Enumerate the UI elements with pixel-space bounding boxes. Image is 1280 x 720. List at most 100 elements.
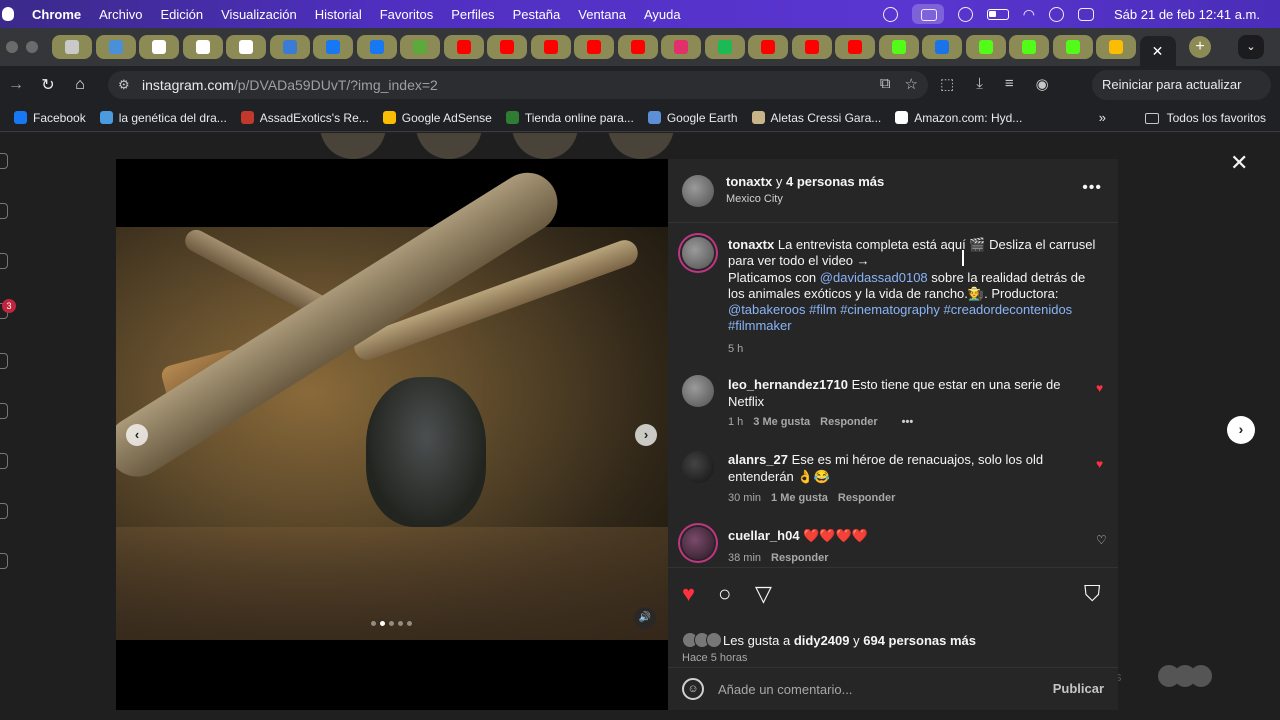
browser-tab[interactable] bbox=[965, 35, 1006, 59]
browser-tab[interactable] bbox=[95, 35, 136, 59]
downloads-icon[interactable]: ⤓ bbox=[976, 75, 983, 93]
browser-tab[interactable] bbox=[487, 35, 527, 59]
bookmarks-overflow-icon[interactable]: » bbox=[1099, 110, 1106, 125]
browser-tab[interactable] bbox=[139, 35, 179, 59]
comment-like-heart-icon[interactable]: ♥ bbox=[1096, 457, 1103, 471]
browser-tab[interactable] bbox=[313, 35, 353, 59]
creative-cloud-icon[interactable] bbox=[882, 6, 898, 22]
bookmark-item[interactable]: Google AdSense bbox=[382, 111, 492, 125]
reload-icon[interactable]: ↻ bbox=[32, 75, 64, 95]
battery-icon[interactable] bbox=[986, 8, 1009, 20]
caption-username[interactable]: tonaxtx bbox=[728, 237, 774, 252]
notifications-nav-icon[interactable] bbox=[0, 453, 8, 469]
window-close-button[interactable] bbox=[6, 41, 18, 53]
likes-count-link[interactable]: 694 personas más bbox=[863, 633, 976, 648]
menu-pestana[interactable]: Pestaña bbox=[513, 7, 561, 22]
browser-tab[interactable] bbox=[52, 35, 92, 59]
reels-nav-icon[interactable] bbox=[0, 253, 8, 269]
like-heart-icon[interactable]: ♥ bbox=[682, 581, 695, 607]
tab-search-button[interactable]: ⌄ bbox=[1238, 35, 1264, 59]
site-info-icon[interactable]: ⚙ bbox=[118, 77, 134, 93]
author-avatar[interactable] bbox=[682, 175, 714, 207]
browser-tab[interactable] bbox=[922, 35, 962, 59]
comment-avatar[interactable] bbox=[682, 375, 714, 407]
create-nav-icon[interactable] bbox=[0, 503, 8, 519]
all-bookmarks-button[interactable]: Todos los favoritos bbox=[1144, 111, 1266, 125]
browser-tab[interactable] bbox=[835, 35, 875, 59]
tab-close-icon[interactable]: ✕ bbox=[1152, 43, 1164, 60]
browser-tab[interactable] bbox=[226, 35, 266, 59]
reply-button[interactable]: Responder bbox=[838, 492, 895, 504]
browser-tab[interactable] bbox=[182, 35, 223, 59]
menu-visualizacion[interactable]: Visualización bbox=[221, 7, 297, 22]
comment-like-heart-icon[interactable]: ♥ bbox=[1096, 381, 1103, 395]
coauthors-link[interactable]: 4 personas más bbox=[786, 174, 884, 189]
browser-tab[interactable] bbox=[617, 35, 658, 59]
post-location[interactable]: Mexico City bbox=[726, 193, 783, 205]
new-tab-button[interactable]: + bbox=[1189, 36, 1211, 58]
author-username[interactable]: tonaxtx bbox=[726, 174, 772, 189]
bookmark-item[interactable]: Tienda online para... bbox=[505, 111, 634, 125]
menu-perfiles[interactable]: Perfiles bbox=[451, 7, 494, 22]
browser-tab[interactable] bbox=[878, 35, 919, 59]
menu-ayuda[interactable]: Ayuda bbox=[644, 7, 681, 22]
home-nav-icon[interactable] bbox=[0, 203, 8, 219]
bookmark-item[interactable]: AssadExotics's Re... bbox=[240, 111, 369, 125]
publish-button[interactable]: Publicar bbox=[1053, 681, 1104, 696]
browser-tab[interactable] bbox=[748, 35, 788, 59]
comment-more-icon[interactable]: ••• bbox=[902, 416, 914, 428]
browser-tab[interactable] bbox=[791, 35, 832, 59]
mute-icon[interactable]: 🔊 bbox=[634, 607, 656, 629]
active-tab[interactable]: ✕ bbox=[1139, 36, 1176, 66]
control-center-icon[interactable] bbox=[1078, 7, 1094, 21]
comment-username[interactable]: alanrs_27 bbox=[728, 452, 788, 467]
carousel-prev-button[interactable]: ‹ bbox=[126, 424, 148, 446]
bookmark-item[interactable]: Google Earth bbox=[647, 111, 738, 125]
home-icon[interactable]: ⌂ bbox=[64, 76, 96, 94]
browser-tab[interactable] bbox=[530, 35, 571, 59]
bookmark-item[interactable]: la genética del dra... bbox=[99, 111, 227, 125]
browser-tab[interactable] bbox=[1052, 35, 1093, 59]
comment-input[interactable] bbox=[718, 679, 1018, 699]
close-modal-icon[interactable]: ✕ bbox=[1230, 150, 1248, 176]
menu-historial[interactable]: Historial bbox=[315, 7, 362, 22]
screen-mirroring-icon[interactable] bbox=[911, 4, 944, 24]
bookmark-item[interactable]: Amazon.com: Hyd... bbox=[895, 111, 1022, 125]
reply-button[interactable]: Responder bbox=[820, 416, 877, 428]
menu-edicion[interactable]: Edición bbox=[160, 7, 203, 22]
caption-avatar[interactable] bbox=[682, 237, 714, 269]
comment-likes[interactable]: 3 Me gusta bbox=[753, 416, 810, 428]
bookmark-star-icon[interactable]: ☆ bbox=[905, 75, 918, 93]
window-minimize-button[interactable] bbox=[26, 41, 38, 53]
reply-button[interactable]: Responder bbox=[771, 552, 828, 564]
browser-tab[interactable] bbox=[704, 35, 745, 59]
comment-username[interactable]: leo_hernandez1710 bbox=[728, 377, 848, 392]
liker-username[interactable]: didy2409 bbox=[794, 633, 850, 648]
carousel-next-button[interactable]: › bbox=[635, 424, 657, 446]
menu-app-name[interactable]: Chrome bbox=[32, 7, 81, 22]
forward-arrow-icon[interactable]: → bbox=[0, 76, 32, 94]
browser-tab[interactable] bbox=[574, 35, 614, 59]
apple-menu-icon[interactable] bbox=[2, 7, 14, 21]
mention-link[interactable]: @davidassad0108 bbox=[820, 270, 928, 285]
browser-tab[interactable] bbox=[400, 35, 440, 59]
browser-tab[interactable] bbox=[1096, 35, 1136, 59]
hashtags-link[interactable]: @tabakeroos #film #cinematography #cread… bbox=[728, 302, 1072, 333]
profile-avatar-icon[interactable]: ◉ bbox=[1036, 75, 1049, 93]
browser-tab[interactable] bbox=[269, 35, 310, 59]
media-control-icon[interactable]: ≡ bbox=[1005, 75, 1014, 93]
menu-ventana[interactable]: Ventana bbox=[578, 7, 626, 22]
menubar-clock[interactable]: Sáb 21 de feb 12:41 a.m. bbox=[1114, 7, 1260, 22]
wifi-icon[interactable]: ◠ bbox=[1023, 6, 1035, 23]
browser-tab[interactable] bbox=[443, 35, 484, 59]
extensions-icon[interactable]: ⬚ bbox=[940, 75, 954, 93]
explore-nav-icon[interactable] bbox=[0, 403, 8, 419]
spotlight-search-icon[interactable] bbox=[1049, 6, 1064, 22]
comment-avatar[interactable] bbox=[682, 451, 714, 483]
install-app-icon[interactable]: ⧉ bbox=[880, 75, 891, 93]
browser-tab[interactable] bbox=[661, 35, 701, 59]
menu-archivo[interactable]: Archivo bbox=[99, 7, 142, 22]
browser-tab[interactable] bbox=[1009, 35, 1049, 59]
bookmark-item[interactable]: Aletas Cressi Gara... bbox=[751, 111, 881, 125]
emoji-picker-icon[interactable]: ☺ bbox=[682, 678, 704, 700]
